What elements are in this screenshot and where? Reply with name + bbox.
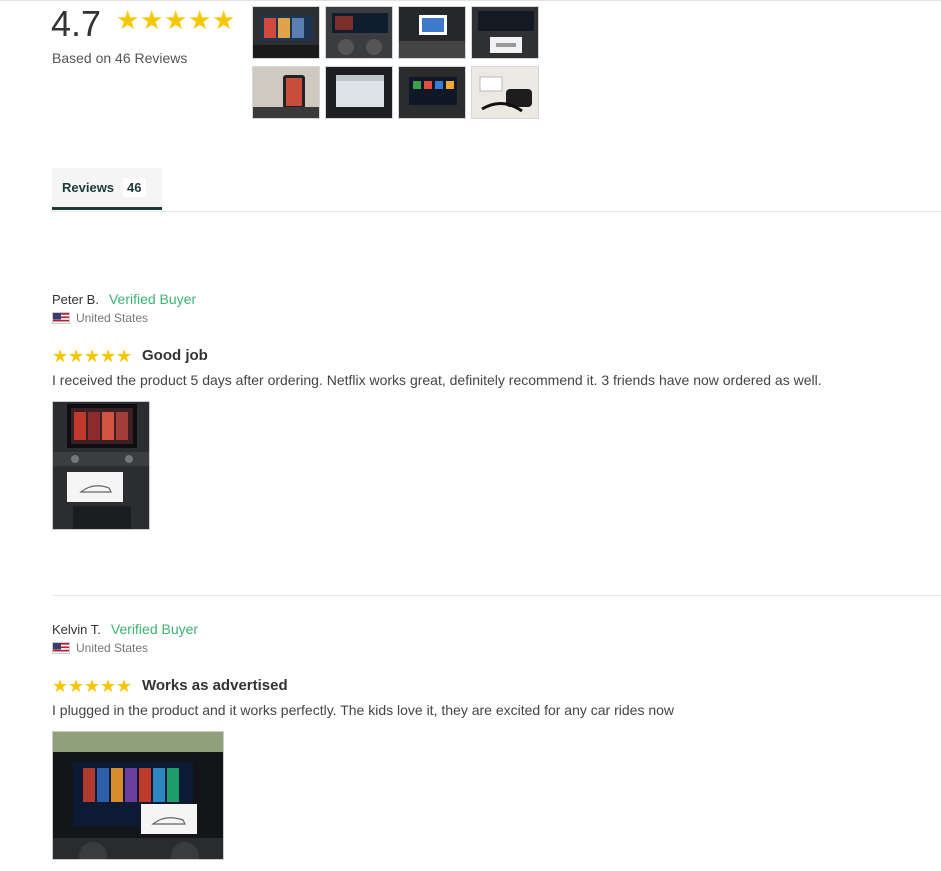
star-icon: ★ bbox=[52, 675, 69, 696]
star-icon: ★ bbox=[100, 675, 117, 696]
reviewer-country: United States bbox=[52, 311, 941, 325]
review-photo[interactable] bbox=[52, 401, 150, 530]
tab-reviews-label: Reviews bbox=[62, 180, 115, 195]
star-icon: ★ bbox=[52, 345, 69, 366]
average-rating: 4.7 bbox=[51, 3, 102, 44]
review-photo-thumbnail[interactable] bbox=[398, 66, 466, 119]
review-body: I received the product 5 days after orde… bbox=[52, 372, 822, 388]
star-icon: ★ bbox=[68, 675, 85, 696]
star-icon: ★ bbox=[116, 675, 133, 696]
tab-reviews-count: 46 bbox=[123, 178, 146, 197]
star-icon: ★ bbox=[116, 345, 133, 366]
review-stars: ★ ★ ★ ★ ★ bbox=[52, 675, 133, 696]
reviewer-info: Peter B. Verified Buyer bbox=[52, 291, 941, 307]
review-rating-row: ★ ★ ★ ★ ★ Good job bbox=[52, 345, 941, 366]
review-stars: ★ ★ ★ ★ ★ bbox=[52, 345, 133, 366]
country-name: United States bbox=[76, 641, 149, 655]
reviewer-info: Kelvin T. Verified Buyer bbox=[52, 621, 941, 637]
tab-reviews[interactable]: Reviews 46 bbox=[52, 168, 162, 210]
review-photo-thumbnail[interactable] bbox=[398, 6, 466, 59]
review-photo-thumbnail[interactable] bbox=[325, 66, 393, 119]
review-title: Works as advertised bbox=[142, 677, 288, 694]
average-rating-stars: ★ ★ ★ ★ ★ bbox=[116, 5, 236, 35]
star-icon: ★ bbox=[164, 5, 188, 35]
review-tabs: Reviews 46 bbox=[52, 168, 941, 212]
review-body: I plugged in the product and it works pe… bbox=[52, 702, 675, 718]
review-divider bbox=[52, 595, 941, 596]
review-item: Kelvin T. Verified Buyer United States ★… bbox=[52, 621, 941, 860]
verified-buyer-badge: Verified Buyer bbox=[108, 291, 197, 307]
us-flag-icon bbox=[52, 312, 70, 324]
us-flag-icon bbox=[52, 642, 70, 654]
review-photo-thumbnail[interactable] bbox=[252, 6, 320, 59]
review-rating-row: ★ ★ ★ ★ ★ Works as advertised bbox=[52, 675, 941, 696]
star-icon: ★ bbox=[212, 5, 236, 35]
star-icon: ★ bbox=[140, 5, 164, 35]
reviewer-country: United States bbox=[52, 641, 941, 655]
review-photo-thumbnail[interactable] bbox=[325, 6, 393, 59]
reviewer-name: Kelvin T. bbox=[52, 622, 101, 637]
review-item: Peter B. Verified Buyer United States ★ … bbox=[52, 291, 941, 530]
review-photo-gallery bbox=[252, 6, 552, 126]
review-title: Good job bbox=[142, 347, 208, 364]
review-count-text: Based on 46 Reviews bbox=[52, 50, 188, 66]
verified-buyer-badge: Verified Buyer bbox=[110, 621, 199, 637]
star-icon: ★ bbox=[84, 675, 101, 696]
top-divider bbox=[0, 0, 941, 1]
star-icon: ★ bbox=[100, 345, 117, 366]
star-icon: ★ bbox=[84, 345, 101, 366]
star-icon: ★ bbox=[116, 5, 140, 35]
review-photo-thumbnail[interactable] bbox=[471, 6, 539, 59]
reviewer-name: Peter B. bbox=[52, 292, 99, 307]
country-name: United States bbox=[76, 311, 149, 325]
review-photo[interactable] bbox=[52, 731, 224, 860]
star-icon: ★ bbox=[188, 5, 212, 35]
review-photo-thumbnail[interactable] bbox=[252, 66, 320, 119]
star-icon: ★ bbox=[68, 345, 85, 366]
review-photo-thumbnail[interactable] bbox=[471, 66, 539, 119]
